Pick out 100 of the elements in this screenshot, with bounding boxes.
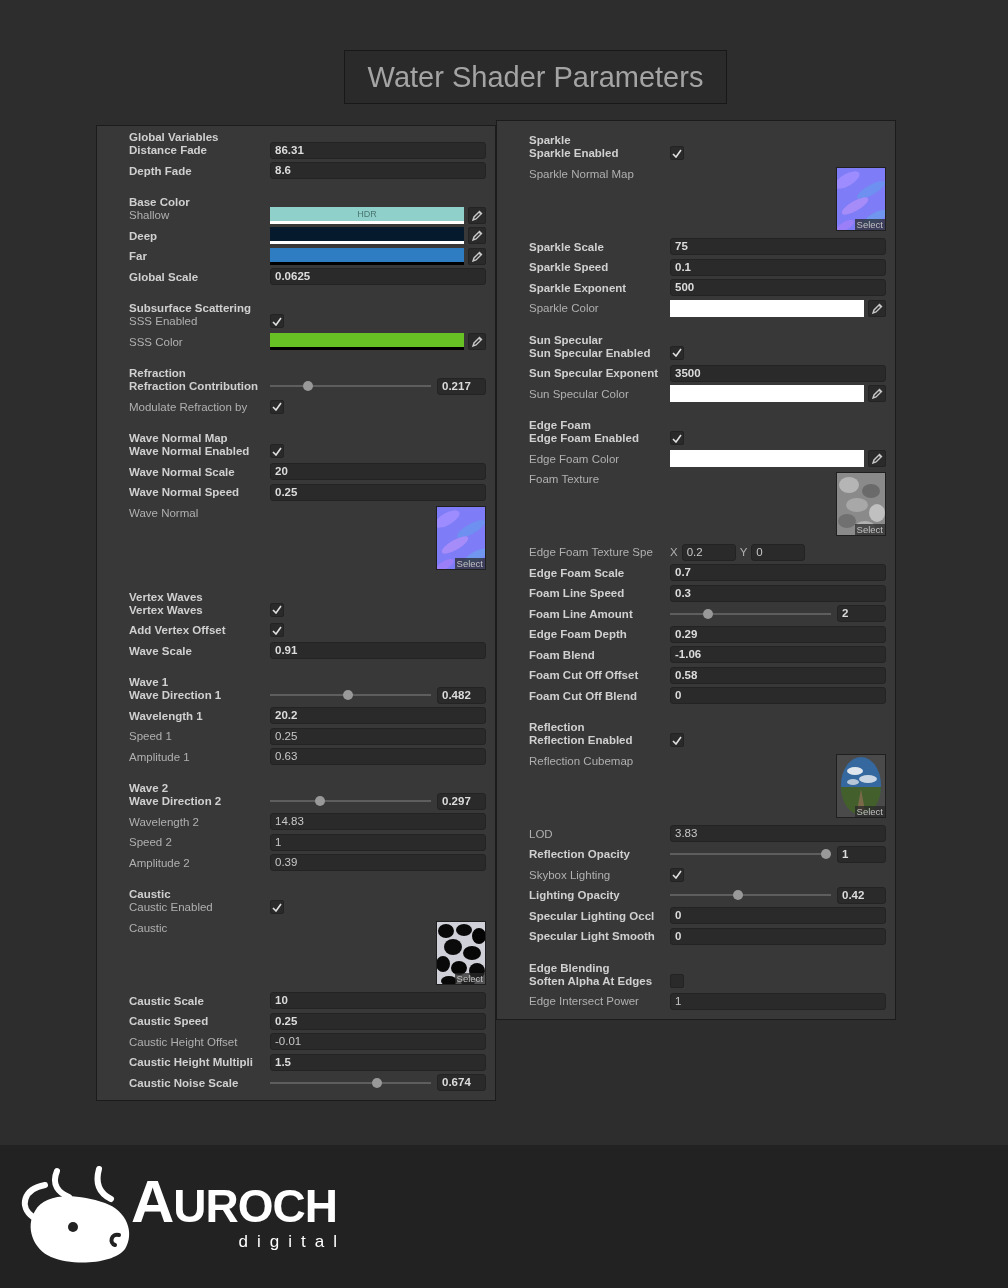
value-field[interactable]: 0.25	[270, 483, 486, 501]
property-label: Sun Specular Exponent	[529, 367, 659, 380]
value-field[interactable]: 1	[837, 845, 886, 863]
checkbox[interactable]	[270, 314, 284, 329]
eyedropper-button[interactable]	[468, 247, 486, 265]
property-label: Caustic Enabled	[129, 901, 213, 914]
eyedropper-button[interactable]	[868, 385, 886, 403]
slider-thumb[interactable]	[371, 1077, 382, 1088]
checkbox[interactable]	[270, 602, 284, 617]
eyedropper-button[interactable]	[468, 333, 486, 351]
checkbox[interactable]	[670, 345, 684, 360]
eyedropper-button[interactable]	[468, 206, 486, 224]
texture-slot[interactable]: Select	[436, 920, 486, 985]
value-field[interactable]: 0.58	[670, 666, 886, 684]
value-field[interactable]: 0.2	[681, 543, 736, 561]
check-icon	[672, 433, 682, 443]
brand-tagline: digital	[238, 1233, 346, 1251]
value-field[interactable]: 0.482	[437, 686, 486, 704]
property-label: Edge Foam Texture Spe	[529, 546, 653, 559]
value-field[interactable]: 0.25	[270, 727, 486, 745]
value-field[interactable]: 0.29	[670, 625, 886, 643]
property-label: Amplitude 1	[129, 750, 190, 763]
value-field[interactable]: 0.42	[837, 886, 886, 904]
value-field[interactable]: 1	[270, 833, 486, 851]
property-label: Wavelength 1	[129, 709, 203, 722]
select-button[interactable]: Select	[854, 218, 885, 230]
checkbox[interactable]	[670, 733, 684, 748]
checkbox[interactable]	[670, 431, 684, 446]
value-field[interactable]: 0.297	[437, 792, 486, 810]
color-swatch[interactable]	[670, 299, 864, 317]
value-field[interactable]: 0.25	[270, 1012, 486, 1030]
value-field[interactable]: 0	[670, 927, 886, 945]
value-field[interactable]: 0.217	[437, 377, 486, 395]
value-field[interactable]: 0	[670, 687, 886, 705]
value-field[interactable]: 20	[270, 463, 486, 481]
property-label: Wave Direction 1	[129, 689, 222, 702]
value-field[interactable]: 0	[751, 543, 806, 561]
texture-slot[interactable]: Select	[836, 472, 886, 536]
checkbox[interactable]	[270, 399, 284, 414]
property-label: Caustic Scale	[129, 994, 204, 1007]
section-header: Wave Normal Map	[129, 432, 228, 445]
value-field[interactable]: 3.83	[670, 825, 886, 843]
checkbox[interactable]	[670, 146, 684, 161]
checkbox[interactable]	[270, 623, 284, 638]
value-field[interactable]: 0.0625	[270, 268, 486, 286]
value-field[interactable]: 86.31	[270, 141, 486, 159]
value-field[interactable]: 0.674	[437, 1074, 486, 1092]
eyedropper-icon	[871, 453, 883, 465]
section-header: Edge Foam	[529, 419, 591, 432]
value-field[interactable]: 0.91	[270, 642, 486, 660]
color-swatch[interactable]	[670, 385, 864, 403]
color-swatch[interactable]	[270, 247, 464, 265]
texture-slot[interactable]: Select	[836, 166, 886, 231]
value-field[interactable]: 0	[670, 907, 886, 925]
value-field[interactable]: 0.7	[670, 564, 886, 582]
eyedropper-button[interactable]	[868, 450, 886, 468]
value-field[interactable]: 0.63	[270, 748, 486, 766]
property-label: Edge Foam Scale	[529, 566, 625, 579]
select-button[interactable]: Select	[854, 805, 885, 817]
checkbox[interactable]	[670, 867, 684, 882]
slider-thumb[interactable]	[733, 890, 744, 901]
property-label: Amplitude 2	[129, 856, 190, 869]
property-label: Wavelength 2	[129, 815, 199, 828]
select-button[interactable]: Select	[454, 557, 485, 569]
checkbox[interactable]	[270, 444, 284, 459]
slider-thumb[interactable]	[703, 608, 714, 619]
slider-thumb[interactable]	[342, 690, 353, 701]
value-field[interactable]: 1.5	[270, 1053, 486, 1071]
value-field[interactable]: 500	[670, 279, 886, 297]
value-field[interactable]: 10	[270, 992, 486, 1010]
slider-thumb[interactable]	[302, 381, 313, 392]
value-field[interactable]: 0.1	[670, 258, 886, 276]
texture-slot[interactable]: Select	[836, 753, 886, 818]
slider-thumb[interactable]	[821, 849, 831, 860]
eyedropper-icon	[871, 388, 883, 400]
value-field[interactable]: 14.83	[270, 813, 486, 831]
value-field[interactable]: -1.06	[670, 646, 886, 664]
checkbox[interactable]	[270, 900, 284, 915]
slider-thumb[interactable]	[314, 796, 325, 807]
color-swatch[interactable]	[270, 227, 464, 245]
value-field[interactable]: 3500	[670, 364, 886, 382]
color-swatch[interactable]	[270, 333, 464, 351]
value-field[interactable]: 20.2	[270, 707, 486, 725]
eyedropper-button[interactable]	[468, 227, 486, 245]
value-field[interactable]: 0.39	[270, 854, 486, 872]
texture-slot[interactable]: Select	[436, 505, 486, 570]
select-button[interactable]: Select	[454, 972, 485, 984]
property-label: Caustic Height Offset	[129, 1035, 238, 1048]
value-field[interactable]: 2	[837, 605, 886, 623]
value-field[interactable]: 1	[670, 992, 886, 1010]
value-field[interactable]: -0.01	[270, 1033, 486, 1051]
check-icon	[672, 735, 682, 745]
color-swatch[interactable]	[670, 450, 864, 468]
eyedropper-button[interactable]	[868, 299, 886, 317]
property-label: Skybox Lighting	[529, 868, 611, 881]
value-field[interactable]: 0.3	[670, 584, 886, 602]
select-button[interactable]: Select	[854, 524, 885, 535]
eyedropper-icon	[471, 250, 483, 262]
value-field[interactable]: 75	[670, 238, 886, 256]
value-field[interactable]: 8.6	[270, 162, 486, 180]
